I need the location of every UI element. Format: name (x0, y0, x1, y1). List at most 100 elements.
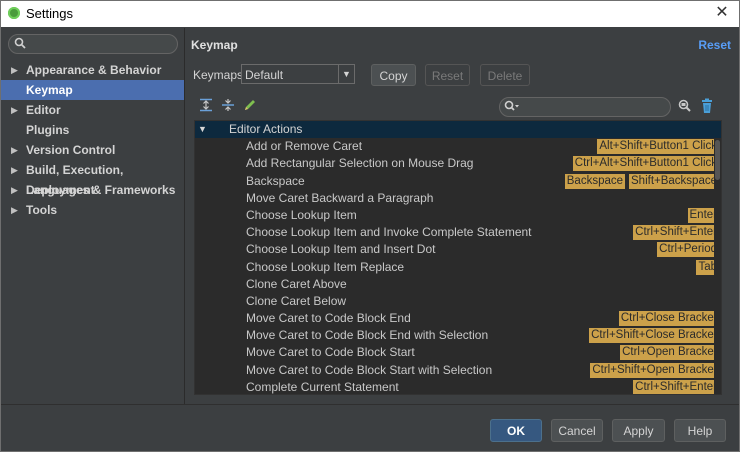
action-name: Move Caret to Code Block Start (246, 345, 415, 360)
page-title: Keymap (191, 38, 238, 52)
action-name: Choose Lookup Item and Invoke Complete S… (246, 225, 532, 240)
clear-filter-trash-icon[interactable] (699, 98, 715, 114)
title-bar: Settings ✕ (1, 1, 739, 27)
shortcut-list: Ctrl+Shift+Enter (633, 225, 719, 241)
apply-button[interactable]: Apply (612, 419, 665, 442)
action-rows: Add or Remove Caret Alt+Shift+Button1 Cli… (195, 138, 721, 394)
action-name: Choose Lookup Item Replace (246, 259, 405, 274)
search-options-icon[interactable] (504, 100, 520, 115)
action-name: Move Caret to Code Block End (246, 311, 411, 326)
find-shortcut-icon[interactable] (677, 98, 693, 114)
action-row[interactable]: Move Caret to Code Block Start with Sele… (195, 362, 721, 379)
sidebar-item-appearance-behavior[interactable]: ▶ Appearance & Behavior (1, 60, 184, 80)
action-name: Backspace (246, 173, 305, 188)
expanded-triangle-icon[interactable]: ▼ (198, 121, 207, 138)
action-row[interactable]: Move Caret to Code Block End Ctrl+Close B… (195, 310, 721, 327)
sidebar-item-editor[interactable]: ▶ Editor (1, 100, 184, 120)
chevron-right-icon[interactable]: ▶ (11, 140, 18, 160)
settings-sidebar: ▶ Appearance & Behavior Keymap ▶ Editor Plugi… (1, 28, 185, 404)
shortcut-list: Alt+Shift+Button1 Click (597, 139, 719, 155)
settings-search-input[interactable] (8, 34, 178, 54)
keymaps-label: Keymaps: (193, 68, 247, 82)
sidebar-item-label: Plugins (26, 123, 70, 137)
action-row[interactable]: Move Caret Backward a Paragraph (195, 190, 721, 207)
shortcut-badge: Ctrl+Period (657, 242, 719, 258)
reset-link[interactable]: Reset (698, 38, 731, 52)
tree-group-row[interactable]: ▼ Editor Actions (195, 121, 721, 139)
window-title: Settings (26, 6, 73, 21)
keymap-action-tree[interactable]: ▼ Editor Actions Add or Remove Caret Alt+… (194, 120, 722, 395)
action-row[interactable]: Add or Remove Caret Alt+Shift+Button1 Cli… (195, 138, 721, 155)
shortcut-badge: Ctrl+Shift+Enter (633, 225, 719, 241)
action-row[interactable]: Clone Caret Above (195, 276, 721, 293)
delete-button[interactable]: Delete (480, 64, 530, 86)
action-name: Complete Current Statement (246, 379, 399, 394)
shortcut-badge: Ctrl+Shift+Open Bracket (590, 362, 719, 378)
action-row[interactable]: Move Caret to Code Block Start Ctrl+Open … (195, 344, 721, 361)
reset-keymap-button[interactable]: Reset (425, 64, 470, 86)
action-row[interactable]: Choose Lookup Item and Invoke Complete S… (195, 224, 721, 241)
chevron-right-icon[interactable]: ▶ (11, 160, 18, 180)
chevron-right-icon[interactable]: ▶ (11, 60, 18, 80)
shortcut-list: Backspace Shift+Backspace (564, 173, 719, 189)
keymap-panel: Keymap Reset Keymaps: Default ▼ Copy Res… (185, 28, 739, 404)
action-name: Add or Remove Caret (246, 139, 363, 154)
shortcut-badge: Ctrl+Open Bracket (620, 345, 719, 361)
copy-button[interactable]: Copy (371, 64, 416, 86)
ok-button[interactable]: OK (490, 419, 542, 442)
action-name: Choose Lookup Item and Insert Dot (246, 242, 436, 257)
action-row[interactable]: Choose Lookup Item Enter (195, 207, 721, 224)
sidebar-item-label: Languages & Frameworks (26, 183, 176, 197)
shortcut-badge: Backspace (564, 173, 626, 189)
action-name: Clone Caret Above (246, 276, 347, 291)
shortcut-badge: Ctrl+Close Bracket (618, 311, 719, 327)
action-row[interactable]: Choose Lookup Item and Insert Dot Ctrl+Pe… (195, 241, 721, 258)
action-name: Move Caret Backward a Paragraph (246, 190, 434, 205)
sidebar-item-version-control[interactable]: ▶ Version Control (1, 140, 184, 160)
dialog-footer: OK Cancel Apply Help (1, 404, 739, 451)
shortcut-list: Ctrl+Close Bracket (618, 311, 719, 327)
shortcut-badge: Ctrl+Shift+Close Bracket (589, 328, 719, 344)
collapse-all-icon[interactable] (221, 98, 235, 112)
group-label: Editor Actions (229, 122, 303, 136)
cancel-button[interactable]: Cancel (551, 419, 603, 442)
action-row[interactable]: Choose Lookup Item Replace Tab (195, 259, 721, 276)
sidebar-item-tools[interactable]: ▶ Tools (1, 200, 184, 220)
tree-scrollbar[interactable] (714, 138, 721, 394)
sidebar-item-label: Tools (26, 203, 58, 217)
sidebar-item-keymap[interactable]: Keymap (1, 80, 184, 100)
shortcut-list: Ctrl+Open Bracket (620, 345, 719, 361)
shortcut-list: Ctrl+Alt+Shift+Button1 Click (572, 156, 719, 172)
chevron-right-icon[interactable]: ▶ (11, 200, 18, 220)
action-name: Move Caret to Code Block End with Select… (246, 328, 489, 343)
sidebar-item-languages-frameworks[interactable]: ▶ Languages & Frameworks (1, 180, 184, 200)
chevron-right-icon[interactable]: ▶ (11, 180, 18, 200)
app-logo-icon (8, 7, 20, 19)
sidebar-item-build-execution-deployment[interactable]: ▶ Build, Execution, Deployment (1, 160, 184, 197)
sidebar-item-label: Appearance & Behavior (26, 63, 162, 77)
help-button[interactable]: Help (674, 419, 726, 442)
action-row[interactable]: Add Rectangular Selection on Mouse Drag C… (195, 155, 721, 172)
sidebar-item-label: Editor (26, 103, 61, 117)
sidebar-item-plugins[interactable]: Plugins (1, 120, 184, 140)
action-row[interactable]: Clone Caret Below (195, 293, 721, 310)
sidebar-item-label: Version Control (26, 143, 116, 157)
action-filter-input[interactable] (499, 97, 671, 117)
action-row[interactable]: Complete Current Statement Ctrl+Shift+Ent… (195, 379, 721, 394)
action-row[interactable]: Backspace Backspace Shift+Backspace (195, 173, 721, 190)
keymap-selected-value: Default (245, 68, 284, 82)
action-row[interactable]: Move Caret to Code Block End with Select… (195, 327, 721, 344)
edit-pencil-icon[interactable] (243, 98, 257, 112)
shortcut-badge: Ctrl+Alt+Shift+Button1 Click (572, 156, 719, 172)
settings-dialog: Settings ✕ ▶ Appearance & Behavior Keymap ▶… (0, 0, 740, 452)
shortcut-badge: Shift+Backspace (629, 173, 719, 189)
keymap-select[interactable]: Default ▼ (241, 64, 355, 84)
expand-all-icon[interactable] (199, 98, 213, 112)
sidebar-item-label: Keymap (26, 83, 73, 97)
chevron-right-icon[interactable]: ▶ (11, 100, 18, 120)
chevron-down-icon[interactable]: ▼ (338, 65, 354, 83)
settings-nav: ▶ Appearance & Behavior Keymap ▶ Editor Plugi… (1, 60, 184, 220)
close-icon[interactable]: ✕ (713, 4, 731, 22)
action-name: Clone Caret Below (246, 293, 347, 308)
scrollbar-thumb[interactable] (715, 140, 720, 180)
